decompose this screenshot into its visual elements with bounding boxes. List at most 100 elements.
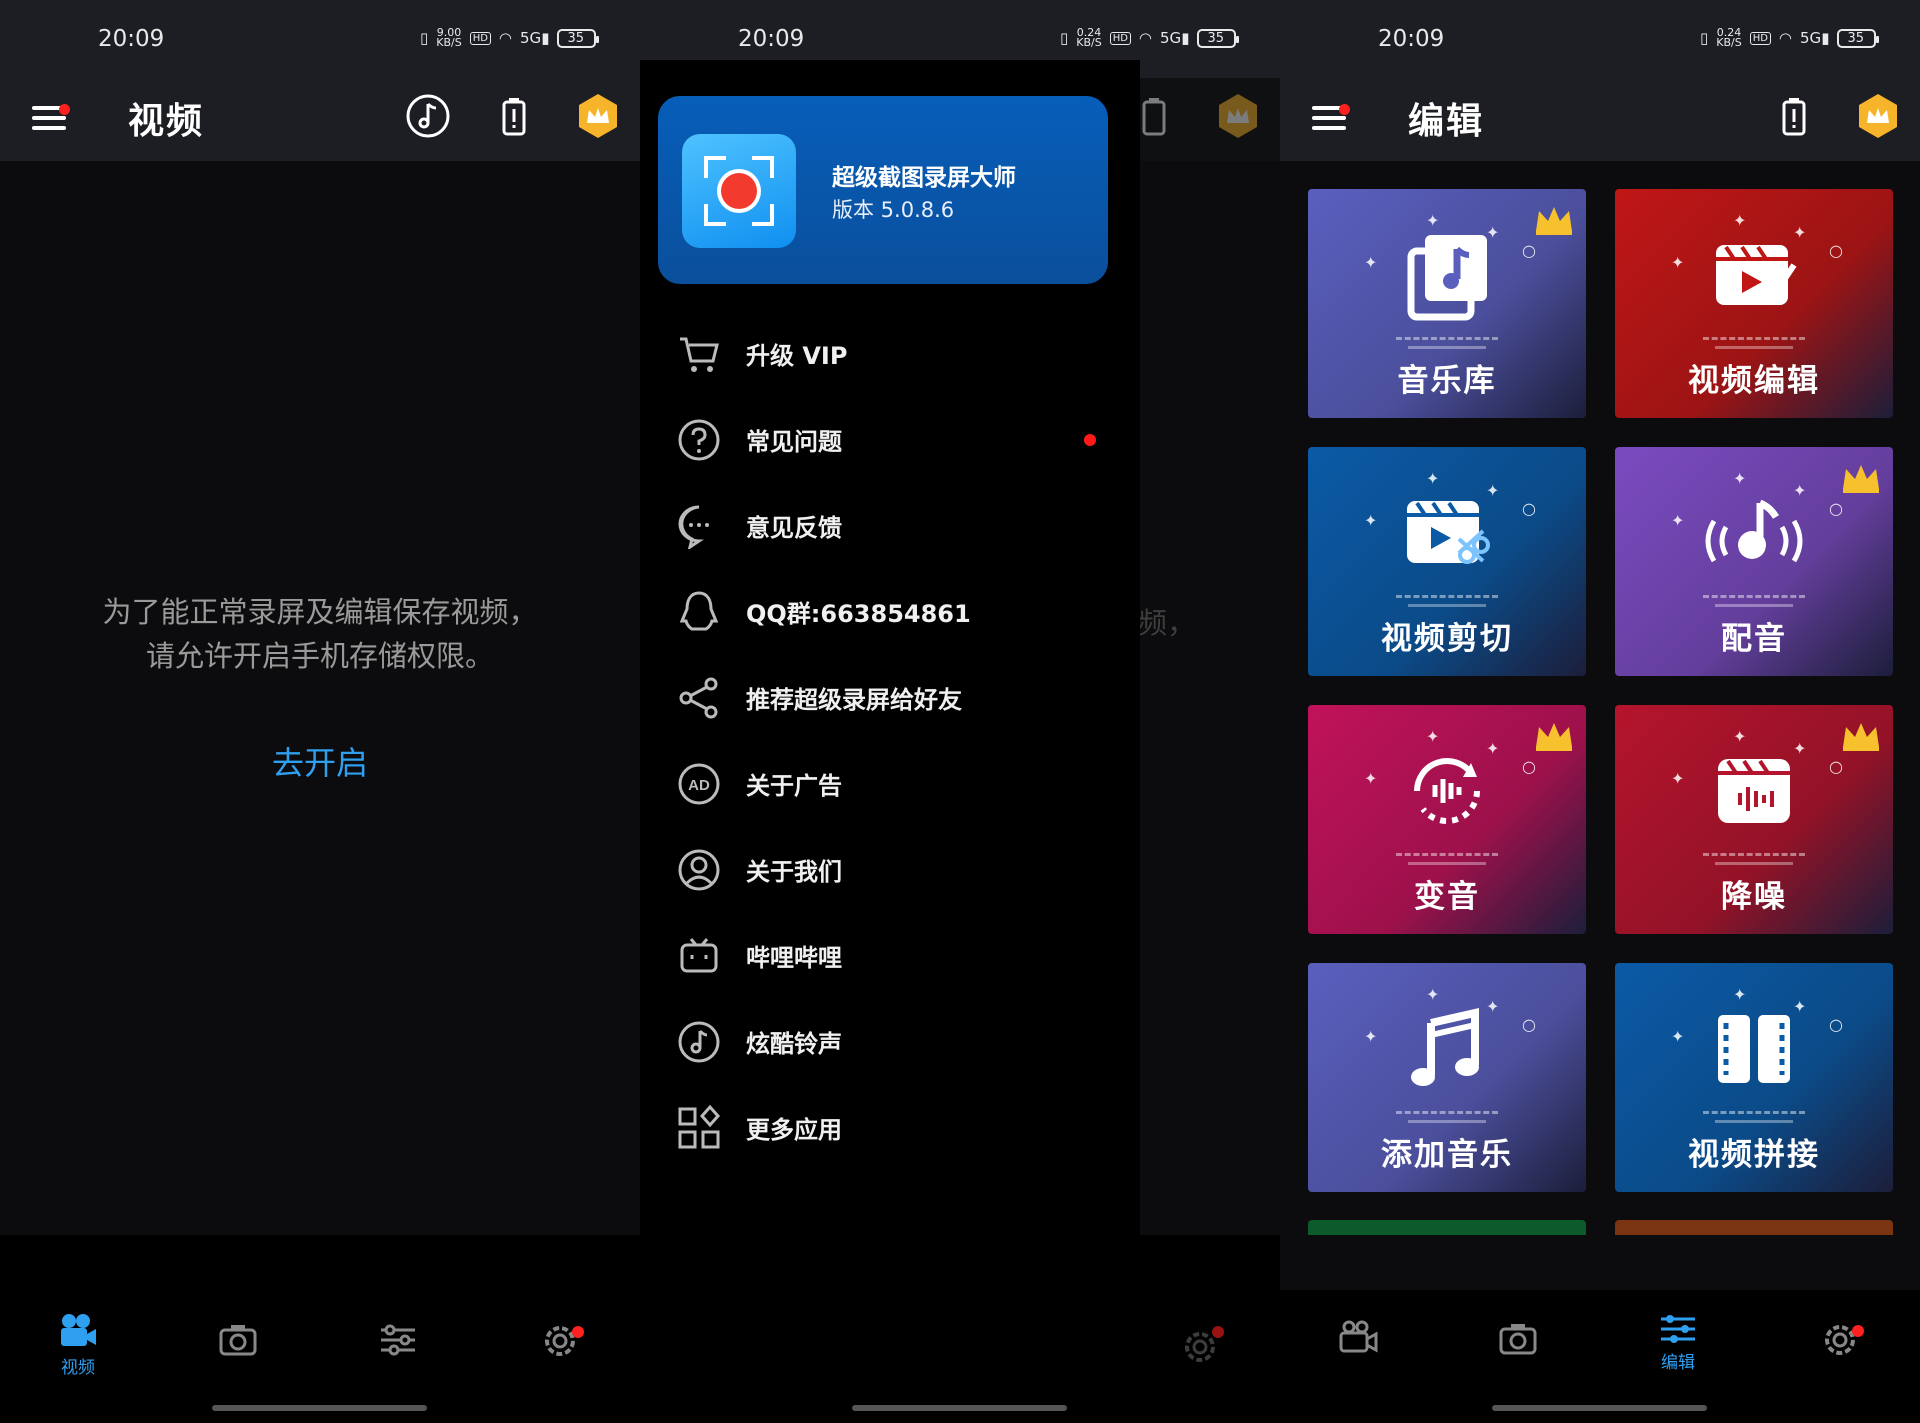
menu-button[interactable] [1310,98,1350,138]
settings-notification-dot [1852,1325,1864,1337]
ringtone-icon[interactable] [404,92,452,140]
tile-rule [1408,604,1486,607]
vibrate-icon: ▯ [419,29,429,47]
tile-rule [1396,853,1498,859]
tile-video-cut[interactable]: ✦ ✦ ✦ ○ 视频剪切 [1308,447,1586,676]
settings-notification-dot [572,1326,584,1338]
wifi-icon: ◠ [1138,29,1153,47]
tool-grid: ✦ ✦ ✦ ○ 音乐库 ✦ ✦ ✦ ○ 视频编辑 ✦ ✦ ✦ ○ 视频剪切 ✦ ✦ ✦ ○ 配音 ✦ ✦ ✦ ○ 变音 ✦ ✦ ✦ ○ 降… [1280,161,1920,1235]
menu-about-ads[interactable]: AD 关于广告 [640,742,1140,828]
vip-crown-icon[interactable] [574,92,622,140]
page-title: 视频 [128,101,205,142]
bottom-nav-behind [640,1235,1280,1423]
bottom-nav: 编辑 [1280,1290,1920,1423]
notification-dot [1339,104,1350,115]
svg-text:AD: AD [688,777,710,794]
permission-line-2: 请允许开启手机存储权限。 [145,639,494,673]
tile-label: 降噪 [1721,879,1787,915]
tile-music-library[interactable]: ✦ ✦ ✦ ○ 音乐库 [1308,189,1586,418]
menu-about-us[interactable]: 关于我们 [640,828,1140,914]
tile-dubbing[interactable]: ✦ ✦ ✦ ○ 配音 [1615,447,1893,676]
screen-drawer: 20:09 ▯ 0.24 KB/S HD ◠ 5G▮ 35 频， 超级截图录屏大… [640,0,1280,1423]
menu-more-apps[interactable]: 更多应用 [640,1086,1140,1172]
battery-icon: 35 [1837,28,1879,48]
tile-rule [1703,1111,1805,1117]
menu-upgrade-vip[interactable]: 升级 VIP [640,312,1140,398]
tile-add-music[interactable]: ✦ ✦ ✦ ○ 添加音乐 [1308,963,1586,1192]
camera-icon [219,1325,257,1356]
tile-rule [1396,337,1498,343]
menu-qq-group[interactable]: QQ群:663854861 [640,570,1140,656]
nav-video[interactable] [1318,1320,1398,1358]
tile-label: 视频编辑 [1688,363,1820,399]
status-bar: 20:09 ▯ 0.24 KB/S HD ◠ 5G▮ 35 [1280,0,1920,78]
wifi-icon: ◠ [498,29,513,47]
permission-message: 为了能正常录屏及编辑保存视频， 请允许开启手机存储权限。 [0,590,640,678]
vibrate-icon: ▯ [1059,29,1069,47]
user-icon [678,849,720,891]
noise-reduce-icon [1718,759,1790,823]
permission-line-1: 为了能正常录屏及编辑保存视频， [102,595,538,629]
menu-faq[interactable]: 常见问题 [640,398,1140,484]
status-icons: ▯ 0.24 KB/S HD ◠ 5G▮ 35 [1059,27,1239,48]
clean-icon[interactable] [490,92,538,140]
menu-share[interactable]: 推荐超级录屏给好友 [640,656,1140,742]
video-edit-icon [1716,245,1797,305]
signal-icon: 5G▮ [1800,29,1830,47]
menu-ringtones[interactable]: 炫酷铃声 [640,1000,1140,1086]
tile-rule [1703,337,1805,343]
nav-drawer: 超级截图录屏大师 版本 5.0.8.6 升级 VIP 常见问题 意见反馈 QQ群… [640,60,1140,1235]
app-bar: 编辑 [1280,78,1920,161]
status-icons: ▯ 0.24 KB/S HD ◠ 5G▮ 35 [1700,26,1879,49]
nav-edit[interactable]: 编辑 [1638,1312,1718,1373]
tile-partial-2[interactable] [1615,1220,1893,1235]
net-speed: 9.00 KB/S [436,26,462,49]
faq-notification-dot [1084,434,1096,446]
vip-crown-icon [1532,717,1576,753]
cart-icon [680,337,719,372]
tile-label: 添加音乐 [1381,1137,1513,1173]
menu-button[interactable] [30,98,70,138]
video-join-icon [1718,1015,1790,1083]
bottom-nav: 视频 [0,1235,640,1423]
status-icons: ▯ 9.00 KB/S HD ◠ 5G▮ 35 [419,26,599,49]
app-bar: 视频 [0,78,640,161]
nav-camera[interactable] [1478,1322,1558,1360]
hd-icon: HD [1109,31,1131,45]
tile-label: 配音 [1721,621,1787,657]
nav-edit[interactable] [358,1323,438,1361]
share-icon [679,677,718,719]
menu-feedback[interactable]: 意见反馈 [640,484,1140,570]
home-indicator[interactable] [852,1405,1067,1411]
tile-voice-change[interactable]: ✦ ✦ ✦ ○ 变音 [1308,705,1586,934]
vip-crown-icon [1839,717,1883,753]
tile-rule [1396,1111,1498,1117]
signal-icon: 5G▮ [1160,29,1190,47]
tile-video-join[interactable]: ✦ ✦ ✦ ○ 视频拼接 [1615,963,1893,1192]
settings-notification-dot [1212,1326,1224,1338]
nav-settings[interactable] [520,1321,600,1363]
tile-video-edit[interactable]: ✦ ✦ ✦ ○ 视频编辑 [1615,189,1893,418]
nav-camera[interactable] [198,1323,278,1361]
menu-bilibili[interactable]: 哔哩哔哩 [640,914,1140,1000]
vip-crown-icon[interactable] [1854,92,1902,140]
vip-crown-icon [1839,459,1883,495]
status-bar: 20:09 ▯ 9.00 KB/S HD ◠ 5G▮ 35 [0,0,640,78]
tile-rule [1715,604,1793,607]
app-logo-icon [682,134,796,248]
nav-settings[interactable] [1800,1320,1880,1362]
add-music-icon [1411,1007,1479,1086]
home-indicator[interactable] [1492,1405,1707,1411]
nav-video[interactable]: 视频 [38,1313,118,1378]
bilibili-icon [680,938,718,973]
net-speed: 0.24 KB/S [1716,26,1742,49]
tile-noise-reduce[interactable]: ✦ ✦ ✦ ○ 降噪 [1615,705,1893,934]
clean-icon[interactable] [1770,92,1818,140]
obscured-text: 频， [1138,606,1197,640]
tile-partial-1[interactable] [1308,1220,1586,1235]
home-indicator[interactable] [212,1405,427,1411]
app-version: 版本 5.0.8.6 [832,198,955,222]
camera-icon [1499,1324,1537,1355]
chat-icon [678,505,709,549]
enable-permission-link[interactable]: 去开启 [0,738,640,784]
